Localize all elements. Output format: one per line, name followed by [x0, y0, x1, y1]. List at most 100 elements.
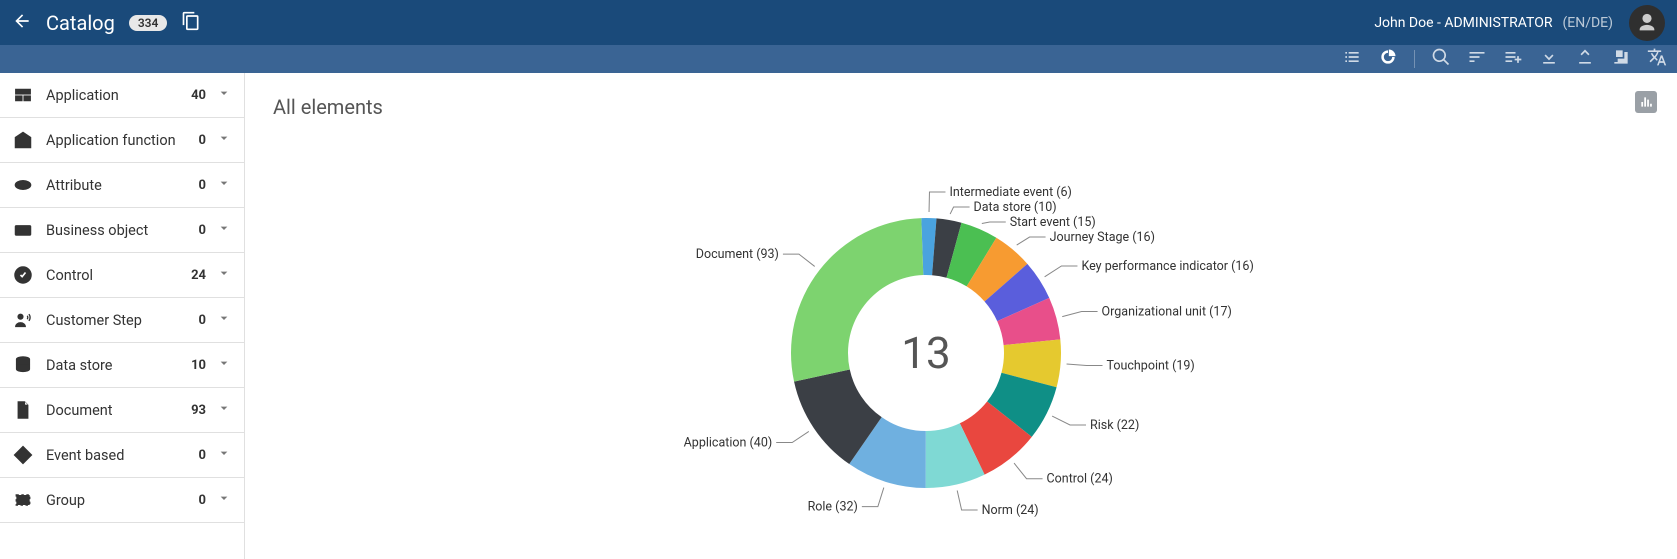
chart-label-touchpoint: Touchpoint (19)	[1107, 358, 1195, 373]
leader-line	[929, 192, 945, 212]
chart-label-intermediate-event: Intermediate event (6)	[949, 185, 1071, 200]
sidebar-item-label: Data store	[46, 357, 184, 374]
content-title: All elements	[273, 95, 1649, 119]
sidebar-item-label: Customer Step	[46, 312, 184, 329]
toolbar	[0, 45, 1677, 73]
sidebar-item-label: Event based	[46, 447, 184, 464]
chart-label-data-store: Data store (10)	[974, 200, 1057, 215]
leader-line	[1067, 364, 1103, 366]
sidebar-item-label: Application function	[46, 132, 184, 149]
add-icon[interactable]	[1503, 47, 1523, 71]
check-circle-icon	[12, 265, 34, 285]
sidebar-item-label: Attribute	[46, 177, 184, 194]
user-avatar[interactable]	[1629, 5, 1665, 41]
content-area: All elements 13 Intermediate event (6)Dat…	[245, 73, 1677, 559]
sidebar-item-group[interactable]: Group0	[0, 478, 244, 523]
stamp-icon[interactable]	[1611, 47, 1631, 71]
leader-line	[950, 207, 969, 214]
sidebar-item-customer-step[interactable]: Customer Step0	[0, 298, 244, 343]
file-icon	[12, 400, 34, 420]
chevron-down-icon[interactable]	[216, 400, 232, 420]
app-icon	[12, 85, 34, 105]
ellipse-icon	[12, 175, 34, 195]
sidebar-item-count: 0	[184, 133, 206, 148]
chevron-down-icon[interactable]	[216, 445, 232, 465]
leader-line	[783, 254, 815, 266]
chart-label-journey-stage: Journey Stage (16)	[1050, 230, 1155, 245]
sidebar-item-count: 0	[184, 448, 206, 463]
sort-icon[interactable]	[1467, 47, 1487, 71]
chart-label-application: Application (40)	[684, 435, 773, 450]
sidebar-item-application[interactable]: Application40	[0, 73, 244, 118]
sidebar-item-count: 93	[184, 403, 206, 418]
sidebar-item-business-object[interactable]: Business object0	[0, 208, 244, 253]
dashed-box-icon	[12, 490, 34, 510]
leader-line	[1014, 463, 1042, 479]
leader-line	[776, 431, 809, 442]
card-icon	[12, 220, 34, 240]
database-icon	[12, 355, 34, 375]
sidebar-item-label: Business object	[46, 222, 184, 239]
sidebar-item-application-function[interactable]: Application function0	[0, 118, 244, 163]
leader-line	[1017, 237, 1046, 245]
app-header: Catalog 334 John Doe - ADMINISTRATOR (EN…	[0, 0, 1677, 45]
chart-center-value: 13	[901, 327, 950, 379]
upload-icon[interactable]	[1575, 47, 1595, 71]
chart-label-control: Control (24)	[1047, 472, 1113, 487]
diamond-icon	[12, 445, 34, 465]
chevron-down-icon[interactable]	[216, 355, 232, 375]
user-label: John Doe - ADMINISTRATOR	[1374, 15, 1552, 31]
sidebar-item-label: Application	[46, 87, 184, 104]
chart-label-start-event: Start event (15)	[1010, 215, 1096, 230]
chevron-down-icon[interactable]	[216, 265, 232, 285]
chevron-down-icon[interactable]	[216, 85, 232, 105]
sidebar-item-count: 0	[184, 493, 206, 508]
sidebar-item-count: 10	[184, 358, 206, 373]
pentagon-icon	[12, 130, 34, 150]
download-icon[interactable]	[1539, 47, 1559, 71]
list-view-icon[interactable]	[1342, 47, 1362, 71]
chart-label-risk: Risk (22)	[1090, 418, 1139, 433]
leader-line	[1045, 266, 1078, 277]
toolbar-divider	[1414, 50, 1415, 68]
sidebar[interactable]: Application40Application function0Attrib…	[0, 73, 245, 559]
sidebar-item-count: 0	[184, 223, 206, 238]
sidebar-item-attribute[interactable]: Attribute0	[0, 163, 244, 208]
leader-line	[982, 222, 1006, 223]
sidebar-item-data-store[interactable]: Data store10	[0, 343, 244, 388]
chevron-down-icon[interactable]	[216, 490, 232, 510]
chevron-down-icon[interactable]	[216, 310, 232, 330]
chevron-down-icon[interactable]	[216, 130, 232, 150]
leader-line	[1062, 311, 1097, 316]
catalog-count-badge: 334	[129, 15, 168, 31]
sidebar-item-document[interactable]: Document93	[0, 388, 244, 433]
translate-icon[interactable]	[1647, 47, 1667, 71]
chevron-down-icon[interactable]	[216, 175, 232, 195]
sidebar-item-count: 0	[184, 313, 206, 328]
chart-label-organizational-unit: Organizational unit (17)	[1102, 304, 1232, 319]
back-icon[interactable]	[12, 11, 32, 35]
header-right: John Doe - ADMINISTRATOR (EN/DE)	[1374, 5, 1665, 41]
copy-icon[interactable]	[181, 11, 201, 35]
leader-line	[862, 487, 884, 506]
sidebar-item-count: 0	[184, 178, 206, 193]
sidebar-item-label: Control	[46, 267, 184, 284]
chart-label-norm: Norm (24)	[982, 503, 1039, 518]
chart-view-icon[interactable]	[1378, 47, 1398, 71]
sidebar-item-count: 40	[184, 88, 206, 103]
sidebar-item-control[interactable]: Control24	[0, 253, 244, 298]
person-voice-icon	[12, 310, 34, 330]
chart-label-document: Document (93)	[696, 247, 779, 262]
sidebar-item-event-based[interactable]: Event based0	[0, 433, 244, 478]
sidebar-item-label: Group	[46, 492, 184, 509]
header-left: Catalog 334	[12, 11, 201, 35]
chart-label-key-performance-indicator: Key performance indicator (16)	[1081, 259, 1253, 274]
leader-line	[1052, 416, 1086, 425]
search-icon[interactable]	[1431, 47, 1451, 71]
donut-chart: 13 Intermediate event (6)Data store (10)S…	[646, 143, 1346, 559]
chart-label-role: Role (32)	[808, 500, 858, 515]
chart-toggle-button[interactable]	[1635, 91, 1657, 113]
sidebar-item-label: Document	[46, 402, 184, 419]
leader-line	[957, 490, 977, 510]
chevron-down-icon[interactable]	[216, 220, 232, 240]
